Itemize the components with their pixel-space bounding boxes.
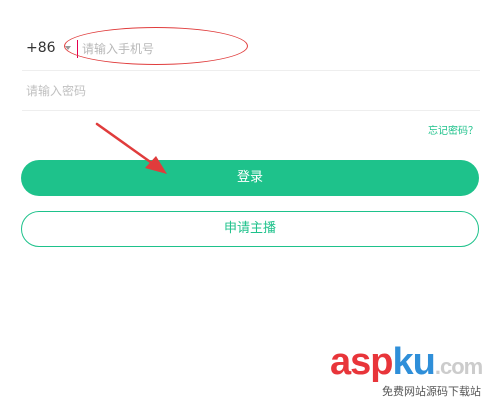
watermark-logo: aspku.com bbox=[330, 341, 483, 387]
country-code-selector[interactable]: +86 bbox=[26, 40, 56, 56]
watermark-subtitle: 免费网站源码下载站 bbox=[382, 385, 481, 398]
watermark-part-asp: asp bbox=[330, 341, 393, 383]
apply-anchor-button[interactable]: 申请主播 bbox=[21, 211, 479, 247]
watermark-part-com: .com bbox=[434, 354, 483, 379]
login-button[interactable]: 登录 bbox=[21, 160, 479, 196]
password-input[interactable] bbox=[26, 78, 456, 104]
login-screen: +86 忘记密码？ 登录 申请主播 aspku.com 免费网站源码下载站 bbox=[0, 0, 500, 405]
annotation-ellipse bbox=[64, 27, 248, 65]
forgot-password-link[interactable]: 忘记密码？ bbox=[428, 122, 478, 137]
password-field-row bbox=[22, 72, 480, 111]
watermark-part-ku: ku bbox=[392, 341, 435, 383]
